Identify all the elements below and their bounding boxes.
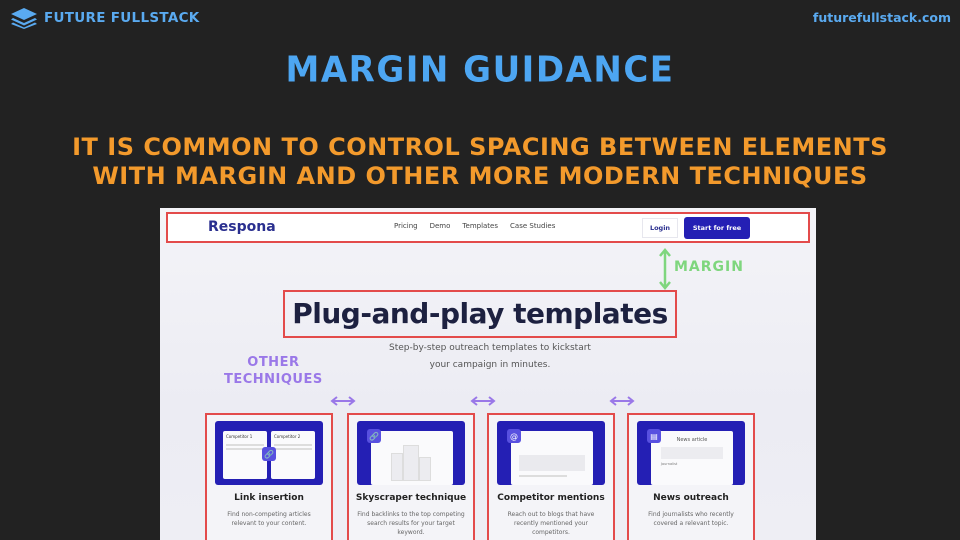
- thumb-label: Journalist: [661, 462, 678, 466]
- thumb-image: [661, 447, 723, 459]
- hero-subtitle: Step-by-step outreach templates to kicks…: [360, 340, 620, 374]
- thumb-label: News article: [676, 437, 708, 443]
- brand-name: FUTURE FULLSTACK: [44, 10, 200, 26]
- card-desc: Reach out to blogs that have recently me…: [507, 511, 595, 536]
- site-logo[interactable]: Respona: [208, 219, 276, 235]
- card-skyscraper-technique[interactable]: 🔗 Skyscraper technique Find backlinks to…: [347, 413, 475, 540]
- building-icon: [391, 453, 403, 481]
- card-link-insertion[interactable]: Competitor 1 Competitor 2 🔗 Link inserti…: [205, 413, 333, 540]
- slide-subtitle: IT IS COMMON TO CONTROL SPACING BETWEEN …: [72, 133, 888, 190]
- hero-title: Plug-and-play templates: [292, 297, 668, 330]
- building-icon: [419, 457, 431, 481]
- card-desc: Find non-competing articles relevant to …: [227, 511, 311, 527]
- hero-subtitle-line2: your campaign in minutes.: [429, 360, 551, 370]
- website-screenshot: Respona Pricing Demo Templates Case Stud…: [160, 208, 816, 540]
- start-for-free-button[interactable]: Start for free: [684, 217, 750, 239]
- thumb-panel: News article Journalist: [651, 431, 733, 485]
- thumb-line: [274, 448, 312, 450]
- login-button[interactable]: Login: [642, 218, 678, 238]
- nav-link-case-studies[interactable]: Case Studies: [510, 222, 555, 230]
- hero-subtitle-line1: Step-by-step outreach templates to kicks…: [389, 343, 591, 353]
- card-title: News outreach: [653, 493, 729, 503]
- thumb-line: [226, 444, 264, 446]
- thumb-panel: [511, 431, 593, 485]
- card-thumbnail: @: [497, 421, 605, 485]
- stack-logo-icon: [11, 8, 37, 29]
- other-techniques-label: OTHER TECHNIQUES: [224, 354, 323, 388]
- link-icon: 🔗: [262, 447, 276, 461]
- gap-arrow-icon: [609, 396, 635, 406]
- card-desc: Find backlinks to the top competing sear…: [357, 511, 465, 536]
- link-icon: 🔗: [367, 429, 381, 443]
- margin-arrow-icon: [659, 248, 671, 290]
- card-thumbnail: 🔗: [357, 421, 465, 485]
- thumb-line: [519, 475, 567, 477]
- card-title: Competitor mentions: [497, 493, 605, 503]
- thumb-image: [519, 455, 585, 471]
- gap-arrow-icon: [330, 396, 356, 406]
- nav-link-pricing[interactable]: Pricing: [394, 222, 418, 230]
- thumb-panel: Competitor 2: [271, 431, 315, 479]
- other-label-line2: TECHNIQUES: [224, 372, 323, 387]
- nav-link-demo[interactable]: Demo: [430, 222, 451, 230]
- site-url[interactable]: futurefullstack.com: [813, 10, 951, 25]
- card-news-outreach[interactable]: News article Journalist ▤ News outreach …: [627, 413, 755, 540]
- building-icon: [403, 445, 419, 481]
- hero-title-box: Plug-and-play templates: [283, 290, 677, 338]
- slide-title: MARGIN GUIDANCE: [285, 49, 675, 91]
- card-competitor-mentions[interactable]: @ Competitor mentions Reach out to blogs…: [487, 413, 615, 540]
- card-title: Skyscraper technique: [355, 493, 467, 503]
- site-navbar: Respona Pricing Demo Templates Case Stud…: [166, 212, 810, 243]
- card-title: Link insertion: [234, 493, 304, 503]
- nav-links: Pricing Demo Templates Case Studies: [394, 222, 555, 230]
- thumb-label: Competitor 1: [226, 434, 253, 439]
- thumb-panel: Competitor 1: [223, 431, 267, 479]
- thumb-label: Competitor 2: [274, 434, 301, 439]
- news-icon: ▤: [647, 429, 661, 443]
- card-thumbnail: Competitor 1 Competitor 2 🔗: [215, 421, 323, 485]
- nav-link-templates[interactable]: Templates: [462, 222, 498, 230]
- brand: FUTURE FULLSTACK: [10, 7, 200, 29]
- card-thumbnail: News article Journalist ▤: [637, 421, 745, 485]
- thumb-line: [226, 448, 264, 450]
- other-label-line1: OTHER: [247, 355, 300, 370]
- gap-arrow-icon: [470, 396, 496, 406]
- at-icon: @: [507, 429, 521, 443]
- thumb-line: [274, 444, 312, 446]
- margin-label: MARGIN: [674, 259, 744, 275]
- card-desc: Find journalists who recently covered a …: [648, 511, 734, 527]
- thumb-panel: [371, 431, 453, 485]
